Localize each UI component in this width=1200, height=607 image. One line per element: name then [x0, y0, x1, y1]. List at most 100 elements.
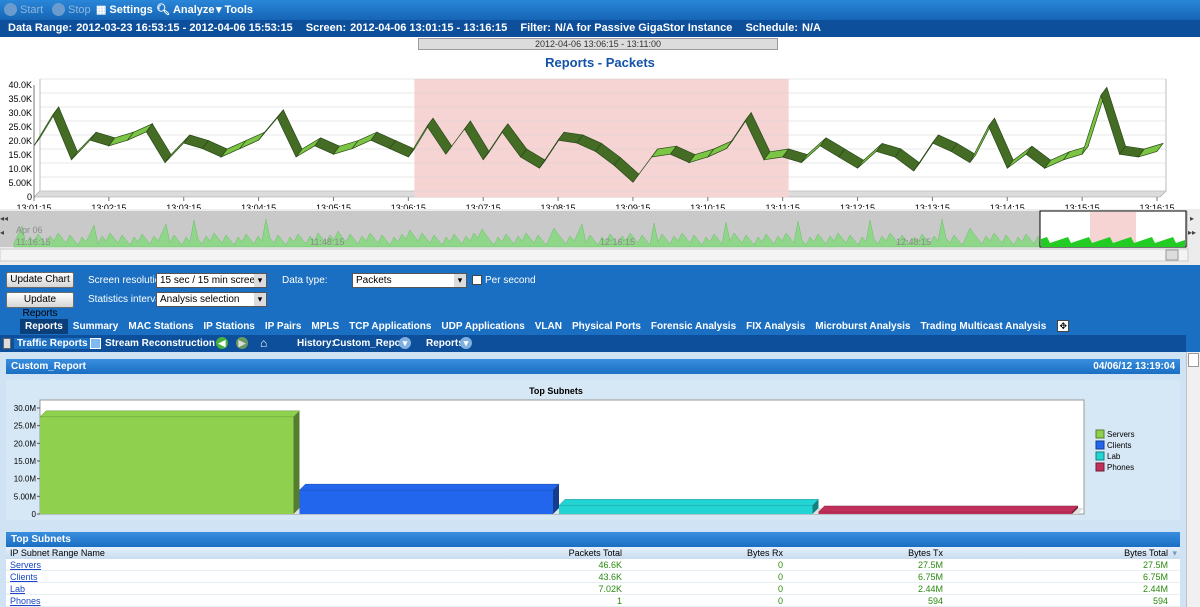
- analyze-menu[interactable]: 🔍︎ Analyze: [156, 3, 215, 17]
- subnet-link[interactable]: Clients: [10, 571, 38, 583]
- report-header: Custom_Report 04/06/12 13:19:04: [6, 359, 1180, 374]
- stream-icon: [90, 338, 101, 349]
- col-bytes-rx[interactable]: Bytes Rx: [747, 547, 783, 559]
- overview-timeline[interactable]: Apr 0611:16:15 11:48:15 12:16:15 12:48:15◂◂…: [0, 209, 1200, 265]
- stop-button[interactable]: Stop: [52, 3, 91, 16]
- interval-select[interactable]: Analysis selection: [156, 292, 267, 307]
- data-range-label: Data Range:: [8, 22, 73, 34]
- bytes-rx: 0: [777, 572, 783, 582]
- tools-menu[interactable]: ▾ Tools: [216, 3, 253, 17]
- y-tick-label: 40.0K: [8, 80, 32, 90]
- bar-chart-title: Top Subnets: [529, 386, 583, 396]
- report-tabs: Reports Summary MAC Stations IP Stations IP …: [0, 318, 1200, 334]
- subnet-link[interactable]: Phones: [10, 595, 41, 607]
- bytes-tx: 27.5M: [917, 560, 943, 570]
- chevron-down-icon: ▾: [216, 4, 222, 16]
- tab-tcp-applications[interactable]: TCP Applications: [344, 319, 436, 334]
- tab-mpls[interactable]: MPLS: [306, 319, 344, 334]
- col-packets[interactable]: Packets Total: [569, 547, 622, 559]
- resolution-select[interactable]: 15 sec / 15 min screen: [156, 273, 267, 288]
- overview-scroll-thumb: [1165, 249, 1179, 261]
- subnet-link[interactable]: Lab: [10, 583, 25, 595]
- tab-forensic-analysis[interactable]: Forensic Analysis: [646, 319, 741, 334]
- y-tick-label: 5.00M: [14, 492, 37, 501]
- update-reports-button[interactable]: Update Reports: [6, 292, 74, 319]
- datatype-select[interactable]: Packets: [352, 273, 467, 288]
- bytes-total: 27.5M: [1142, 560, 1168, 570]
- sort-icon[interactable]: ▾: [1172, 547, 1177, 559]
- legend-label: Clients: [1107, 441, 1131, 450]
- y-tick-label: 5.00K: [8, 178, 32, 188]
- table-row[interactable]: Phones 1 0 594 594: [6, 595, 1180, 607]
- y-tick-label: 35.0K: [8, 94, 32, 104]
- tab-ip-stations[interactable]: IP Stations: [198, 319, 260, 334]
- reports-chevron-icon[interactable]: ▾: [460, 337, 472, 349]
- settings-menu[interactable]: ▦ Settings: [96, 3, 153, 17]
- scroll-arrow-icon: ▸▸: [1188, 228, 1196, 237]
- screen-label: Screen:: [305, 22, 347, 34]
- tab-vlan[interactable]: VLAN: [530, 319, 567, 334]
- scroll-thumb[interactable]: [1188, 353, 1199, 367]
- traffic-reports-tab[interactable]: Traffic Reports: [14, 338, 91, 349]
- time-range-slider[interactable]: 2012-04-06 13:06:15 - 13:11:00: [418, 38, 778, 50]
- data-segment: [145, 123, 172, 164]
- bytes-total: 2.44M: [1142, 584, 1168, 594]
- legend-label: Phones: [1107, 463, 1134, 472]
- history-label: History:: [297, 338, 335, 349]
- bar-servers: [40, 416, 294, 514]
- tab-trading-multicast-analysis[interactable]: Trading Multicast Analysis: [915, 319, 1051, 334]
- tab-summary[interactable]: Summary: [68, 319, 124, 334]
- tab-mac-stations[interactable]: MAC Stations: [123, 319, 198, 334]
- table-row[interactable]: Servers 46.6K 0 27.5M 27.5M: [6, 559, 1180, 571]
- bytes-tx: 2.44M: [917, 584, 943, 594]
- tab-microburst-analysis[interactable]: Microburst Analysis: [810, 319, 915, 334]
- expand-icon[interactable]: ✥: [1057, 320, 1070, 332]
- bar-phones: [818, 512, 1072, 514]
- bar-top: [817, 505, 1079, 513]
- bar-top: [39, 410, 301, 418]
- bar-clients: [299, 490, 553, 514]
- update-chart-button[interactable]: Update Chart: [6, 272, 74, 288]
- tab-fix-analysis[interactable]: FIX Analysis: [741, 319, 810, 334]
- start-button[interactable]: Start: [4, 3, 43, 16]
- back-arrow-icon[interactable]: ◀: [216, 337, 228, 349]
- col-bytes-tx[interactable]: Bytes Tx: [908, 547, 943, 559]
- legend-swatch: [1095, 440, 1105, 450]
- forward-arrow-icon[interactable]: ▶: [236, 337, 248, 349]
- tab-reports[interactable]: Reports: [20, 318, 68, 334]
- legend-swatch: [1095, 451, 1105, 461]
- report-icon: [3, 338, 11, 349]
- history-chevron-icon[interactable]: ▾: [399, 337, 411, 349]
- col-bytes-total[interactable]: Bytes Total: [1124, 547, 1168, 559]
- bar-side: [293, 410, 300, 514]
- stream-reconstruction-button[interactable]: Stream Reconstruction: [105, 338, 215, 349]
- y-tick-label: 30.0M: [14, 404, 37, 413]
- vertical-scrollbar[interactable]: [1186, 352, 1200, 607]
- info-bar: Data Range: 2012-03-23 16:53:15 - 2012-04…: [0, 20, 1200, 37]
- y-tick-label: 30.0K: [8, 108, 32, 118]
- packets-chart[interactable]: 40.0K 35.0K 30.0K 25.0K 20.0K 15.0K 10.0K 5.00K…: [0, 71, 1200, 211]
- tab-udp-applications[interactable]: UDP Applications: [436, 319, 529, 334]
- data-segment: [988, 117, 1014, 169]
- per-second-checkbox[interactable]: [472, 275, 482, 285]
- reports-menu[interactable]: Reports: [426, 338, 464, 349]
- table-header: IP Subnet Range Name Packets Total Bytes…: [6, 547, 1180, 559]
- tab-physical-ports[interactable]: Physical Ports: [567, 319, 646, 334]
- report-content: Custom_Report 04/06/12 13:19:04 Top Subn…: [0, 352, 1186, 607]
- y-tick-label: 15.0K: [8, 150, 32, 160]
- y-tick-label: 10.0K: [8, 164, 32, 174]
- tab-ip-pairs[interactable]: IP Pairs: [260, 319, 307, 334]
- y-tick-label: 0: [27, 192, 32, 202]
- table-row[interactable]: Clients 43.6K 0 6.75M 6.75M: [6, 571, 1180, 583]
- col-name[interactable]: IP Subnet Range Name: [10, 547, 105, 559]
- report-name: Custom_Report: [11, 361, 87, 372]
- bytes-tx: 594: [927, 596, 943, 606]
- home-icon[interactable]: ⌂: [260, 336, 267, 350]
- table-row[interactable]: Lab 7.02K 0 2.44M 2.44M: [6, 583, 1180, 595]
- subnet-link[interactable]: Servers: [10, 559, 41, 571]
- packets-total: 1: [616, 596, 622, 606]
- history-value[interactable]: Custom_Report: [333, 338, 408, 349]
- scroll-arrow-icon: ◂: [0, 228, 4, 237]
- interval-label: Statistics interval:: [88, 294, 166, 305]
- y-tick-label: 25.0M: [14, 422, 37, 431]
